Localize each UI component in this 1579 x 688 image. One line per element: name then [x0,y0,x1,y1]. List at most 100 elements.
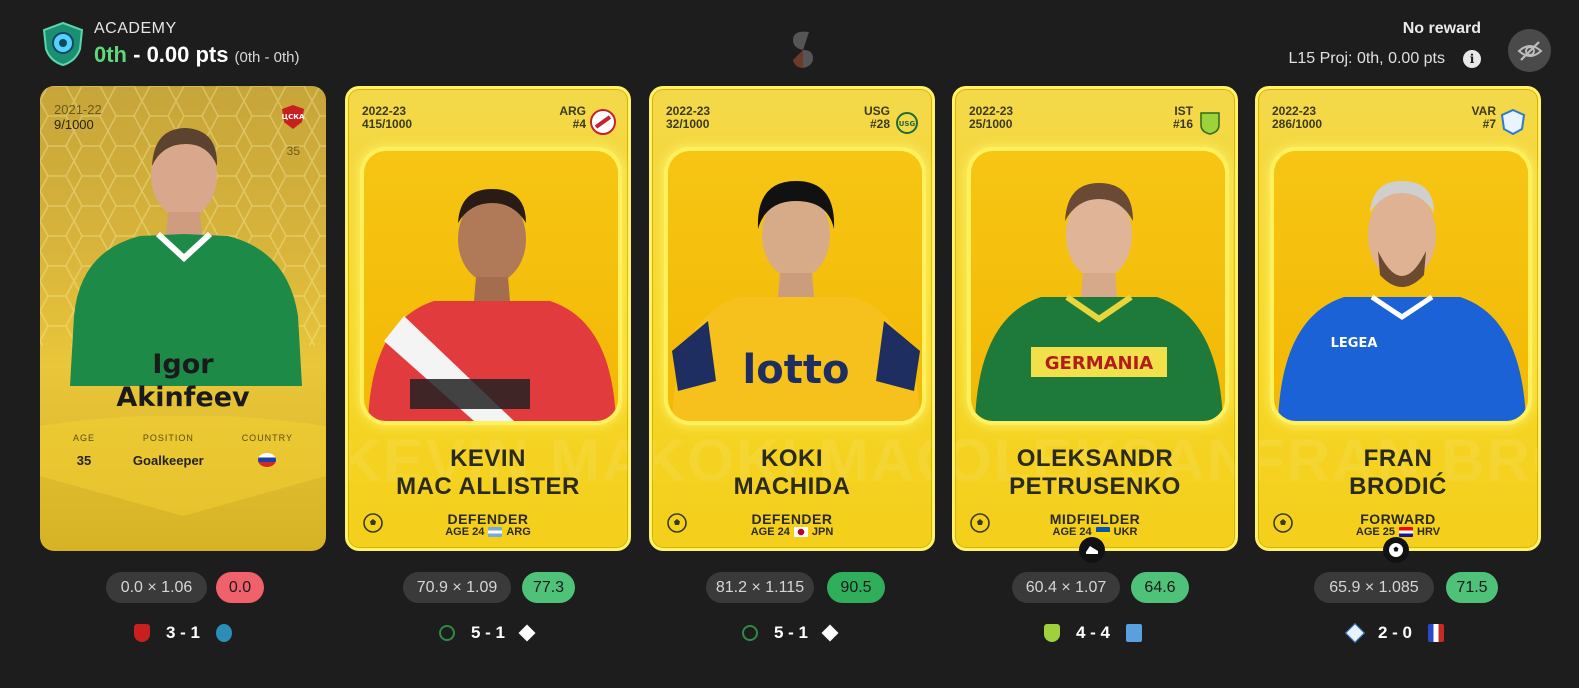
card-serial: 25/1000 [969,117,1013,131]
match-result[interactable]: 5 - 1 [742,623,839,643]
reward-summary: No reward L15 Proj: 0th, 0.00 pts i [1288,20,1481,68]
points: 0.00 pts [146,42,229,67]
player-last-name: MACHIDA [733,473,851,500]
player-country: HRV [1417,526,1441,538]
player-country: UKR [1113,526,1138,538]
player-photo: lotto [672,181,920,421]
card-serial: 32/1000 [666,117,710,131]
boot-icon [1079,537,1105,563]
argentina-flag-icon [488,527,503,537]
football-badge-icon [1383,537,1409,563]
photo-frame: lotto [668,151,922,421]
away-team-crest-icon [821,624,839,642]
player-card-akinfeev[interactable]: 2021-22 9/1000 ЦСКА 35 Igor Akinfeev AGE… [40,86,326,551]
score-multiplier: 0.0 × 1.06 [106,572,207,603]
lineup-cards: 2021-22 9/1000 ЦСКА 35 Igor Akinfeev AGE… [40,86,1550,563]
player-photo [368,189,616,421]
football-icon [363,513,383,533]
player-first-name: KEVIN [450,445,526,472]
player-photo: LEGEA [1278,181,1526,421]
football-icon [970,513,990,533]
score-total: 77.3 [522,572,575,603]
score-multiplier: 70.9 × 1.09 [403,572,511,603]
away-team-crest-icon [216,624,233,642]
player-last-name: PETRUSENKO [1009,473,1181,500]
ukraine-flag-icon [1095,527,1110,537]
player-first-name: FRAN [1363,445,1433,472]
player-card-petrusenko[interactable]: 2022-23 25/1000 IST #16 GERMANIA OLEKSAN… [952,86,1238,551]
team-number: #4 [572,117,586,131]
svg-text:USG: USG [899,120,916,128]
player-position: DEFENDER [447,511,529,527]
istra-crest-icon [1200,112,1220,135]
match-result[interactable]: 4 - 4 [1044,623,1143,643]
score-total: 71.5 [1446,572,1498,603]
player-age: AGE 25 [1355,526,1396,538]
match-score: 2 - 0 [1378,623,1413,642]
player-country: ARG [506,526,531,538]
sorare-logo-icon[interactable] [789,30,815,70]
player-last-name: Akinfeev [116,382,250,413]
japan-flag-icon [793,527,808,537]
academy-shield-icon [42,21,84,67]
home-team-crest-icon [134,624,150,642]
team-number: #7 [1482,117,1496,131]
match-score: 4 - 4 [1076,623,1111,642]
away-team-crest-icon [1428,624,1445,642]
team-number: #16 [1172,117,1193,131]
info-icon[interactable]: i [1463,50,1481,68]
eye-off-icon [1517,40,1542,61]
photo-frame [364,151,618,421]
photo-frame: LEGEA [1274,151,1528,421]
score-total: 0.0 [216,572,264,603]
card-serial: 415/1000 [362,117,413,131]
match-score: 5 - 1 [774,623,809,642]
croatia-flag-icon [1399,527,1414,537]
player-position: MIDFIELDER [1049,511,1141,527]
russia-flag-icon [258,453,277,467]
union-sg-crest-icon: USG [896,112,918,134]
position-label: POSITION [142,433,194,443]
home-team-crest-icon [1044,624,1060,642]
player-card-mac-allister[interactable]: 2022-23 415/1000 ARG #4 KEVIN MAC KEVIN … [345,86,631,551]
reward-status: No reward [1402,20,1481,37]
player-card-brodic[interactable]: 2022-23 286/1000 VAR #7 LEGEA FRAN BRODI… [1255,86,1541,551]
player-last-name: BRODIĆ [1349,473,1447,500]
rank-separator: - [127,42,147,67]
match-result[interactable]: 3 - 1 [134,623,233,643]
player-first-name: KOKI [761,445,823,472]
football-icon [667,513,687,533]
rank-range: (0th - 0th) [234,49,300,66]
svg-text:GERMANIA: GERMANIA [1045,353,1154,374]
svg-text:lotto: lotto [743,347,850,393]
match-result[interactable]: 5 - 1 [439,623,536,643]
player-age: AGE 24 [445,526,485,538]
score-multiplier: 60.4 × 1.07 [1012,572,1120,603]
position-value: Goalkeeper [132,453,204,468]
argentinos-crest-icon [590,109,616,135]
player-age: AGE 24 [750,526,790,538]
hide-toggle-button[interactable] [1508,29,1551,72]
score-multiplier: 81.2 × 1.115 [706,572,814,603]
score-total: 90.5 [827,572,885,603]
photo-frame: GERMANIA [971,151,1225,421]
card-serial: 286/1000 [1272,117,1323,131]
age-label: AGE [72,433,95,443]
player-position: FORWARD [1360,511,1436,527]
rank: 0th [94,42,127,67]
varazdin-crest-icon [1500,109,1526,135]
league-name: ACADEMY [94,20,177,37]
player-first-name: OLEKSANDR [1016,445,1174,472]
player-country: JPN [811,526,834,538]
score-total: 64.6 [1131,572,1189,603]
match-score: 3 - 1 [166,623,201,642]
player-position: DEFENDER [751,511,833,527]
match-score: 5 - 1 [471,623,506,642]
age-value: 35 [76,453,92,468]
away-team-crest-icon [1126,624,1143,642]
home-team-crest-icon [439,625,455,641]
player-age: AGE 24 [1052,526,1092,538]
match-result[interactable]: 2 - 0 [1345,623,1445,643]
country-label: COUNTRY [241,433,294,443]
player-card-machida[interactable]: 2022-23 32/1000 USG #28 USG lotto KOKI M… [649,86,935,551]
